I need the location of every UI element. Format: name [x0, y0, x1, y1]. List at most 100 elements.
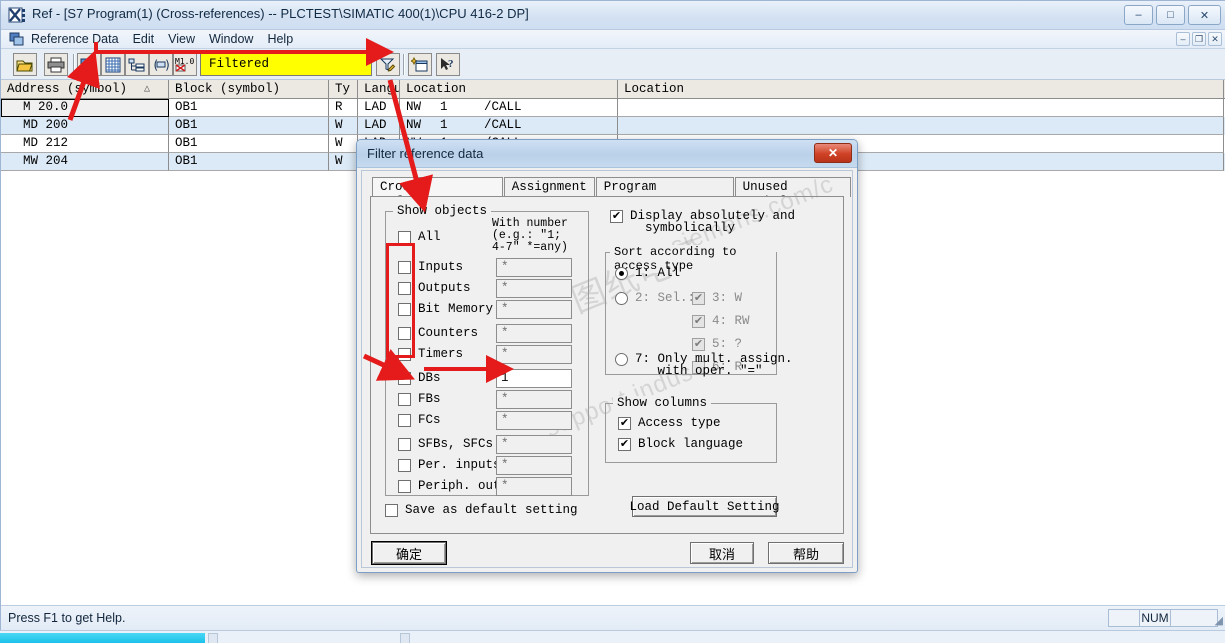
- checkbox-timers[interactable]: Timers: [398, 347, 463, 361]
- checkbox-fbs[interactable]: FBs: [398, 392, 441, 406]
- checkbox-dbs-box[interactable]: ✔: [398, 371, 411, 385]
- tab-cross-references[interactable]: Cross-references: [372, 177, 503, 209]
- number-field-fcs[interactable]: *: [496, 411, 572, 430]
- menu-item-help[interactable]: Help: [267, 32, 293, 46]
- close-button[interactable]: ✕: [1188, 5, 1221, 25]
- checkbox-all-box[interactable]: [398, 230, 411, 244]
- cell-location-1[interactable]: NW 1/CALL: [400, 99, 618, 117]
- checkbox-display-absolutely-symbolically[interactable]: ✔ Display absolutely and symbolically: [610, 210, 795, 234]
- cell-address[interactable]: M 20.0: [1, 99, 169, 117]
- table-row[interactable]: M 20.0 OB1 R LAD NW 1/CALL: [1, 99, 1225, 117]
- checkbox-access-w-box[interactable]: ✔: [692, 291, 705, 305]
- new-window-button[interactable]: [408, 53, 432, 76]
- checkbox-per-inputs[interactable]: Per. inputs: [398, 458, 501, 472]
- checkbox-access-unknown-box[interactable]: ✔: [692, 337, 705, 351]
- maximize-button[interactable]: □: [1156, 5, 1185, 25]
- program-structure-button[interactable]: [125, 53, 149, 76]
- checkbox-fbs-box[interactable]: [398, 392, 411, 406]
- cell-language[interactable]: LAD: [358, 99, 400, 117]
- print-button[interactable]: [44, 53, 68, 76]
- mdi-minimize-button[interactable]: –: [1176, 32, 1190, 46]
- resize-grip-icon[interactable]: ◢: [1215, 614, 1223, 627]
- cell-block[interactable]: OB1: [169, 99, 329, 117]
- cell-block[interactable]: OB1: [169, 153, 329, 171]
- dialog-close-button[interactable]: ✕: [814, 143, 852, 163]
- checkbox-fcs[interactable]: FCs: [398, 413, 441, 427]
- checkbox-display-absolutely-box[interactable]: ✔: [610, 210, 623, 223]
- number-field-counters[interactable]: *: [496, 324, 572, 343]
- cancel-button[interactable]: 取消: [690, 542, 754, 564]
- number-field-inputs[interactable]: *: [496, 258, 572, 277]
- ok-button[interactable]: 确定: [372, 542, 446, 564]
- cell-location-2[interactable]: [618, 99, 1224, 117]
- number-field-bit-memory[interactable]: *: [496, 300, 572, 319]
- checkbox-sfbs-sfcs-box[interactable]: [398, 437, 411, 451]
- radio-sort-all-box[interactable]: [615, 266, 628, 280]
- filter-status-field[interactable]: Filtered: [200, 53, 372, 76]
- checkbox-sfbs-sfcs[interactable]: SFBs, SFCs: [398, 437, 493, 451]
- minimize-button[interactable]: –: [1124, 5, 1153, 25]
- cell-language[interactable]: LAD: [358, 117, 400, 135]
- checkbox-inputs-box[interactable]: [398, 260, 411, 274]
- tab-program-structure[interactable]: Program Structure: [595, 177, 734, 209]
- checkbox-inputs[interactable]: Inputs: [398, 260, 463, 274]
- checkbox-access-rw-box[interactable]: ✔: [692, 314, 705, 328]
- checkbox-access-type[interactable]: ✔ Access type: [618, 416, 721, 430]
- cell-type[interactable]: W: [329, 153, 358, 171]
- radio-sort-selection-box[interactable]: [615, 291, 628, 305]
- cell-location-1[interactable]: NW 1/CALL: [400, 117, 618, 135]
- number-field-periph-outp[interactable]: *: [496, 477, 572, 496]
- number-field-sfbs-sfcs[interactable]: *: [496, 435, 572, 454]
- checkbox-bit-memory-box[interactable]: [398, 302, 411, 316]
- checkbox-timers-box[interactable]: [398, 347, 411, 361]
- checkbox-dbs[interactable]: ✔ DBs: [398, 371, 441, 385]
- checkbox-block-language[interactable]: ✔ Block language: [618, 437, 743, 451]
- tab-unused-symbols[interactable]: Unused Symbols: [734, 177, 851, 209]
- checkbox-outputs-box[interactable]: [398, 281, 411, 295]
- checkbox-block-language-box[interactable]: ✔: [618, 437, 631, 451]
- checkbox-save-as-default[interactable]: Save as default setting: [385, 503, 578, 517]
- help-button[interactable]: 帮助: [768, 542, 844, 564]
- cell-type[interactable]: R: [329, 99, 358, 117]
- cell-block[interactable]: OB1: [169, 135, 329, 153]
- tab-assignment[interactable]: Assignment: [503, 177, 595, 197]
- radio-only-mult-assign[interactable]: 7: Only mult. assign. with oper. "=": [615, 353, 793, 377]
- load-default-setting-button[interactable]: Load Default Setting: [629, 496, 780, 517]
- checkbox-all[interactable]: All: [398, 230, 441, 244]
- number-field-per-inputs[interactable]: *: [496, 456, 572, 475]
- column-header-language[interactable]: Langu: [358, 80, 400, 98]
- address-overview-button[interactable]: M1.0: [173, 53, 197, 76]
- checkbox-per-inputs-box[interactable]: [398, 458, 411, 472]
- column-header-location-2[interactable]: Location: [618, 80, 1224, 98]
- checkbox-outputs[interactable]: Outputs: [398, 281, 471, 295]
- cell-block[interactable]: OB1: [169, 117, 329, 135]
- taskbar-item-2[interactable]: [400, 633, 410, 643]
- open-button[interactable]: [13, 53, 37, 76]
- checkbox-access-unknown[interactable]: ✔ 5: ?: [692, 337, 742, 351]
- column-header-block[interactable]: Block (symbol): [169, 80, 329, 98]
- mdi-close-button[interactable]: ✕: [1208, 32, 1222, 46]
- cell-address[interactable]: MD 212: [1, 135, 169, 153]
- cell-location-2[interactable]: [618, 117, 1224, 135]
- menu-item-window[interactable]: Window: [209, 32, 253, 46]
- unused-symbols-button[interactable]: ( ): [149, 53, 173, 76]
- column-header-location-1[interactable]: Location: [400, 80, 618, 98]
- checkbox-counters[interactable]: Counters: [398, 326, 478, 340]
- number-field-dbs[interactable]: 1: [496, 369, 572, 388]
- table-row[interactable]: MD 200 OB1 W LAD NW 1/CALL: [1, 117, 1225, 135]
- radio-only-mult-assign-box[interactable]: [615, 353, 628, 366]
- radio-sort-selection[interactable]: 2: Sel.:: [615, 291, 695, 305]
- checkbox-counters-box[interactable]: [398, 326, 411, 340]
- cell-type[interactable]: W: [329, 117, 358, 135]
- column-header-type[interactable]: Ty: [329, 80, 358, 98]
- column-header-address[interactable]: Address (symbol) △: [1, 80, 169, 98]
- assignment-button[interactable]: [101, 53, 125, 76]
- checkbox-bit-memory[interactable]: Bit Memory: [398, 302, 493, 316]
- menu-item-reference-data[interactable]: Reference Data: [31, 32, 119, 46]
- number-field-timers[interactable]: *: [496, 345, 572, 364]
- menu-item-edit[interactable]: Edit: [133, 32, 155, 46]
- checkbox-access-type-box[interactable]: ✔: [618, 416, 631, 430]
- cell-type[interactable]: W: [329, 135, 358, 153]
- checkbox-periph-outp-box[interactable]: [398, 479, 411, 493]
- context-help-button[interactable]: ?: [436, 53, 460, 76]
